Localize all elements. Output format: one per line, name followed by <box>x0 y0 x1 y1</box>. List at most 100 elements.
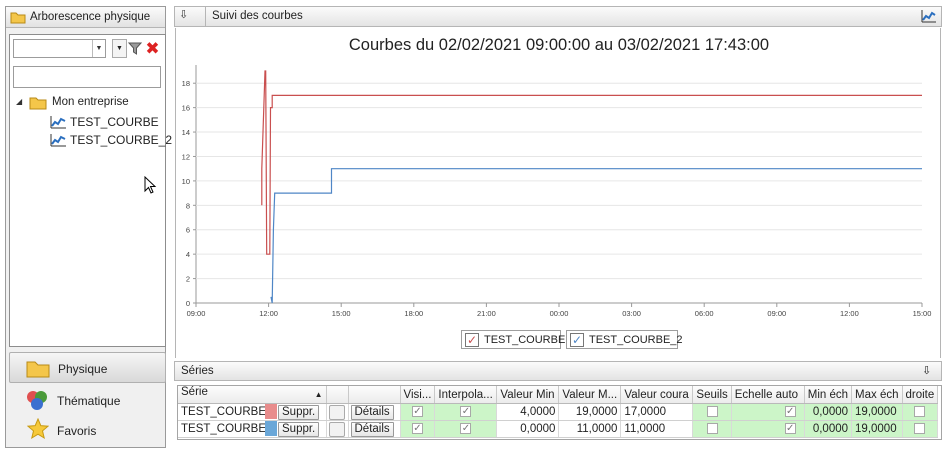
col-header-details[interactable] <box>348 386 401 404</box>
cell-echelle-auto[interactable]: ✓ <box>731 420 805 438</box>
folder-icon <box>26 361 50 378</box>
tree-node-root[interactable]: ◢ Mon entreprise <box>14 95 164 111</box>
checkbox[interactable]: ✓ <box>460 406 472 418</box>
settings-icon[interactable] <box>328 421 345 437</box>
table-row[interactable]: TEST_COURBE_2 Suppr. Détails ✓ ✓ 0,0000 1… <box>178 420 939 438</box>
legend-label: TEST_COURBE_2 <box>589 334 683 346</box>
details-button[interactable]: Détails <box>350 404 394 420</box>
checkbox[interactable]: ✓ <box>784 406 796 418</box>
col-header-valeur-courante[interactable]: Valeur coura <box>620 386 694 404</box>
tab-suivi-des-courbes[interactable]: Suivi des courbes <box>205 6 303 27</box>
cell-visible[interactable]: ✓ <box>400 420 436 438</box>
cell-valeur-min: 4,0000 <box>496 403 560 421</box>
serie-name: TEST_COURBE <box>181 405 265 418</box>
chart-icon[interactable] <box>921 9 937 23</box>
y-tick-label: 2 <box>186 275 190 284</box>
cell-min-ech[interactable]: 0,0000 <box>804 420 853 438</box>
checkbox[interactable]: ✓ <box>784 423 796 435</box>
x-tick-label: 06:00 <box>695 309 714 318</box>
checkbox[interactable] <box>914 423 926 435</box>
cell-seuils[interactable] <box>692 403 732 421</box>
details-button[interactable]: Détails <box>350 421 394 437</box>
x-tick-label: 15:00 <box>913 309 932 318</box>
tree-search-input[interactable] <box>13 66 161 88</box>
cell-droite[interactable] <box>902 403 939 421</box>
delete-icon[interactable]: ✖ <box>144 39 161 58</box>
funnel-icon[interactable] <box>127 40 143 57</box>
cell-options[interactable] <box>326 420 349 438</box>
color-swatch[interactable] <box>265 404 277 420</box>
checkbox[interactable]: ✓ <box>411 423 423 435</box>
cell-droite[interactable] <box>902 420 939 438</box>
legend-item-test-courbe-2[interactable]: ✓ TEST_COURBE_2 <box>566 330 683 349</box>
sort-ascending-icon: ▲ <box>314 390 323 399</box>
pin-icon[interactable]: ⇩ <box>179 8 188 21</box>
left-panel-header: Arborescence physique <box>6 7 165 28</box>
tree-node-label: TEST_COURBE <box>70 115 159 129</box>
col-header-color[interactable] <box>326 386 349 404</box>
nav-label: Favoris <box>57 424 97 438</box>
legend-item-test-courbe[interactable]: ✓ TEST_COURBE <box>461 330 565 349</box>
checkbox[interactable] <box>706 423 718 435</box>
y-tick-label: 16 <box>182 104 190 113</box>
nav-favoris-button[interactable]: Favoris <box>9 415 166 446</box>
filter-dropdown-button[interactable]: ▼ <box>112 39 127 58</box>
checkbox[interactable] <box>706 406 718 418</box>
col-header-max-ech[interactable]: Max éch <box>851 386 903 404</box>
settings-icon[interactable] <box>328 404 345 420</box>
suppr-button[interactable]: Suppr. <box>278 404 320 420</box>
y-tick-label: 4 <box>186 250 190 259</box>
x-tick-label: 12:00 <box>840 309 859 318</box>
collapse-triangle-icon[interactable]: ◢ <box>16 97 22 106</box>
tab-label: Suivi des courbes <box>212 10 303 22</box>
x-tick-label: 21:00 <box>477 309 496 318</box>
legend-label: TEST_COURBE <box>484 334 566 346</box>
series-grid: Série ▲ Visi... Interpola... Valeur Min V… <box>177 385 942 440</box>
col-header-valeur-min[interactable]: Valeur Min <box>496 386 560 404</box>
mouse-cursor-icon <box>144 176 157 194</box>
cell-interpolation[interactable]: ✓ <box>434 403 498 421</box>
cell-seuils[interactable] <box>692 420 732 438</box>
col-header-min-ech[interactable]: Min éch <box>804 386 853 404</box>
curve-icon <box>50 134 66 147</box>
cell-max-ech[interactable]: 19,0000 <box>851 420 903 438</box>
suppr-button[interactable]: Suppr. <box>278 421 320 437</box>
cell-serie[interactable]: TEST_COURBE Suppr. <box>178 403 327 421</box>
star-icon <box>27 418 49 440</box>
col-header-serie[interactable]: Série ▲ <box>178 386 327 404</box>
legend-checkbox[interactable]: ✓ <box>570 333 584 347</box>
cell-min-ech[interactable]: 0,0000 <box>804 403 853 421</box>
cell-interpolation[interactable]: ✓ <box>434 420 498 438</box>
checkbox[interactable] <box>914 406 926 418</box>
cell-max-ech[interactable]: 19,0000 <box>851 403 903 421</box>
legend-checkbox[interactable]: ✓ <box>465 333 479 347</box>
x-tick-label: 09:00 <box>767 309 786 318</box>
cell-visible[interactable]: ✓ <box>400 403 436 421</box>
x-tick-label: 03:00 <box>622 309 641 318</box>
physical-tree-panel: Arborescence physique ▼ ▼ ✖ ◢ Mon entrep… <box>5 6 172 448</box>
col-header-seuils[interactable]: Seuils <box>692 386 732 404</box>
tree-node-test-courbe[interactable]: TEST_COURBE <box>50 114 170 130</box>
cell-echelle-auto[interactable]: ✓ <box>731 403 805 421</box>
cell-options[interactable] <box>326 403 349 421</box>
col-header-interpolation[interactable]: Interpola... <box>434 386 498 404</box>
nav-physique-button[interactable]: Physique <box>9 352 166 383</box>
col-header-visible[interactable]: Visi... <box>400 386 436 404</box>
col-header-echelle-auto[interactable]: Echelle auto <box>731 386 805 404</box>
tree-node-test-courbe-2[interactable]: TEST_COURBE_2 <box>50 132 172 148</box>
checkbox[interactable]: ✓ <box>411 406 423 418</box>
checkbox[interactable]: ✓ <box>460 423 472 435</box>
col-header-droite[interactable]: droite <box>902 386 939 404</box>
pin-icon[interactable]: ⇩ <box>922 364 931 377</box>
tree-filter-combo[interactable]: ▼ <box>13 39 106 58</box>
cell-details[interactable]: Détails <box>348 420 401 438</box>
nav-thematique-button[interactable]: Thématique <box>9 385 166 416</box>
thematic-icon <box>27 391 47 410</box>
cell-details[interactable]: Détails <box>348 403 401 421</box>
color-swatch[interactable] <box>265 421 277 437</box>
cell-serie[interactable]: TEST_COURBE_2 Suppr. <box>178 420 327 438</box>
col-header-valeur-max[interactable]: Valeur M... <box>558 386 622 404</box>
chevron-down-icon[interactable]: ▼ <box>92 40 105 57</box>
table-row[interactable]: TEST_COURBE Suppr. Détails ✓ ✓ 4,0000 19,… <box>178 403 939 421</box>
y-tick-label: 14 <box>182 128 190 137</box>
